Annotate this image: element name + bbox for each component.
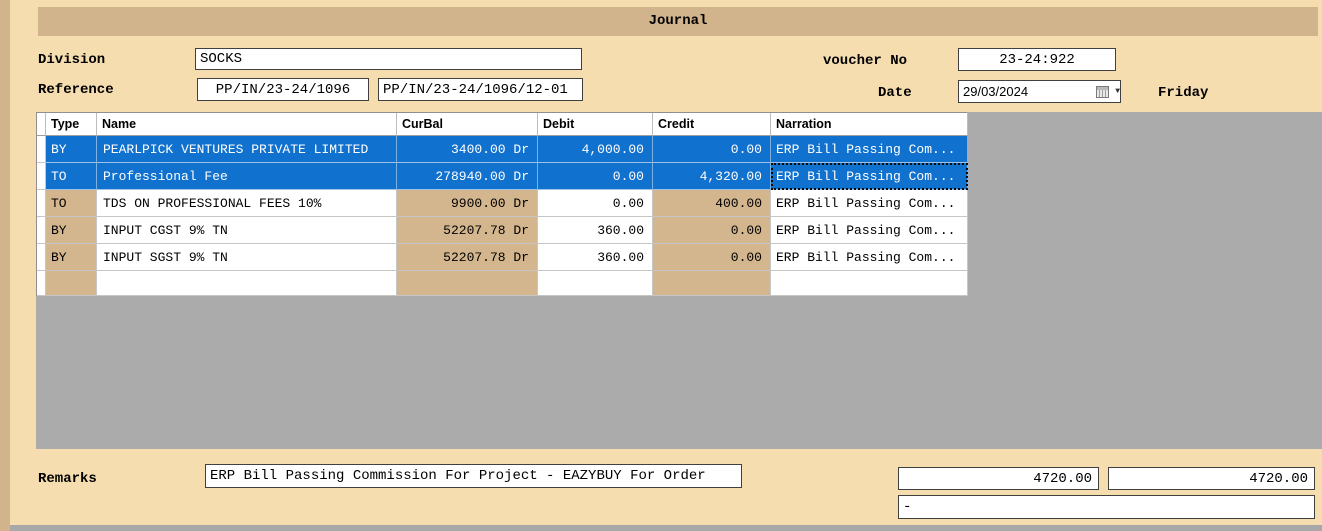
page-title: Journal [38,7,1318,36]
cell-curbal[interactable]: 3400.00 Dr [397,136,538,163]
grid-panel: Type Name CurBal Debit Credit Narration … [36,112,1322,449]
cell-debit[interactable]: 360.00 [538,217,653,244]
col-header-name: Name [97,113,397,136]
date-value: 29/03/2024 [959,84,1092,99]
window-left-edge [0,0,10,531]
row-selector[interactable] [37,244,46,271]
cell-credit[interactable]: 4,320.00 [653,163,771,190]
voucher-no-input[interactable] [958,48,1116,71]
cell-curbal[interactable]: 52207.78 Dr [397,244,538,271]
cell-debit[interactable]: 0.00 [538,190,653,217]
row-selector[interactable] [37,136,46,163]
cell-type[interactable] [46,271,97,296]
calendar-icon[interactable] [1092,83,1112,100]
cell-debit[interactable]: 0.00 [538,163,653,190]
reference-input-2[interactable] [378,78,583,101]
remarks-label: Remarks [38,471,97,487]
window-bottom-edge [10,525,1322,531]
cell-type[interactable]: TO [46,163,97,190]
table-row-empty[interactable] [37,271,967,296]
table-row[interactable]: BY PEARLPICK VENTURES PRIVATE LIMITED 34… [37,136,967,163]
cell-credit[interactable]: 0.00 [653,136,771,163]
date-picker[interactable]: 29/03/2024 ▼ [958,80,1121,103]
note-field[interactable] [898,495,1315,519]
debit-total-field[interactable] [898,467,1099,490]
cell-type[interactable]: BY [46,217,97,244]
remarks-input[interactable] [205,464,742,488]
cell-curbal[interactable]: 9900.00 Dr [397,190,538,217]
table-row[interactable]: BY INPUT CGST 9% TN 52207.78 Dr 360.00 0… [37,217,967,244]
cell-narration[interactable]: ERP Bill Passing Com... [771,136,968,163]
cell-credit[interactable]: 400.00 [653,190,771,217]
cell-name[interactable]: INPUT CGST 9% TN [97,217,397,244]
cell-debit[interactable]: 4,000.00 [538,136,653,163]
division-input[interactable] [195,48,582,70]
table-header-row: Type Name CurBal Debit Credit Narration [37,113,967,136]
col-header-credit: Credit [653,113,771,136]
cell-curbal[interactable]: 52207.78 Dr [397,217,538,244]
row-selector[interactable] [37,163,46,190]
table-row[interactable]: TO Professional Fee 278940.00 Dr 0.00 4,… [37,163,967,190]
cell-debit[interactable]: 360.00 [538,244,653,271]
cell-credit[interactable]: 0.00 [653,217,771,244]
cell-curbal[interactable] [397,271,538,296]
cell-name[interactable]: INPUT SGST 9% TN [97,244,397,271]
chevron-down-icon[interactable]: ▼ [1113,87,1120,96]
cell-name[interactable]: Professional Fee [97,163,397,190]
cell-type[interactable]: BY [46,244,97,271]
cell-credit[interactable]: 0.00 [653,244,771,271]
row-selector-header [37,113,46,136]
col-header-curbal: CurBal [397,113,538,136]
cell-narration[interactable]: ERP Bill Passing Com... [771,217,968,244]
col-header-type: Type [46,113,97,136]
row-selector[interactable] [37,217,46,244]
cell-name[interactable] [97,271,397,296]
cell-credit[interactable] [653,271,771,296]
credit-total-field[interactable] [1108,467,1315,490]
cell-debit[interactable] [538,271,653,296]
cell-narration-focused[interactable]: ERP Bill Passing Com... [771,163,968,190]
cell-type[interactable]: TO [46,190,97,217]
cell-narration[interactable]: ERP Bill Passing Com... [771,190,968,217]
cell-narration[interactable]: ERP Bill Passing Com... [771,244,968,271]
cell-type[interactable]: BY [46,136,97,163]
row-selector[interactable] [37,271,46,296]
cell-narration[interactable] [771,271,968,296]
row-selector[interactable] [37,190,46,217]
journal-table: Type Name CurBal Debit Credit Narration … [36,112,967,296]
reference-label: Reference [38,82,114,98]
date-label: Date [878,85,912,101]
day-name-label: Friday [1158,85,1208,101]
cell-name[interactable]: TDS ON PROFESSIONAL FEES 10% [97,190,397,217]
voucher-no-label: voucher No [823,53,907,69]
table-row[interactable]: BY INPUT SGST 9% TN 52207.78 Dr 360.00 0… [37,244,967,271]
col-header-debit: Debit [538,113,653,136]
table-row[interactable]: TO TDS ON PROFESSIONAL FEES 10% 9900.00 … [37,190,967,217]
division-label: Division [38,52,105,68]
col-header-narration: Narration [771,113,968,136]
cell-curbal[interactable]: 278940.00 Dr [397,163,538,190]
cell-name[interactable]: PEARLPICK VENTURES PRIVATE LIMITED [97,136,397,163]
reference-input-1[interactable] [197,78,369,101]
